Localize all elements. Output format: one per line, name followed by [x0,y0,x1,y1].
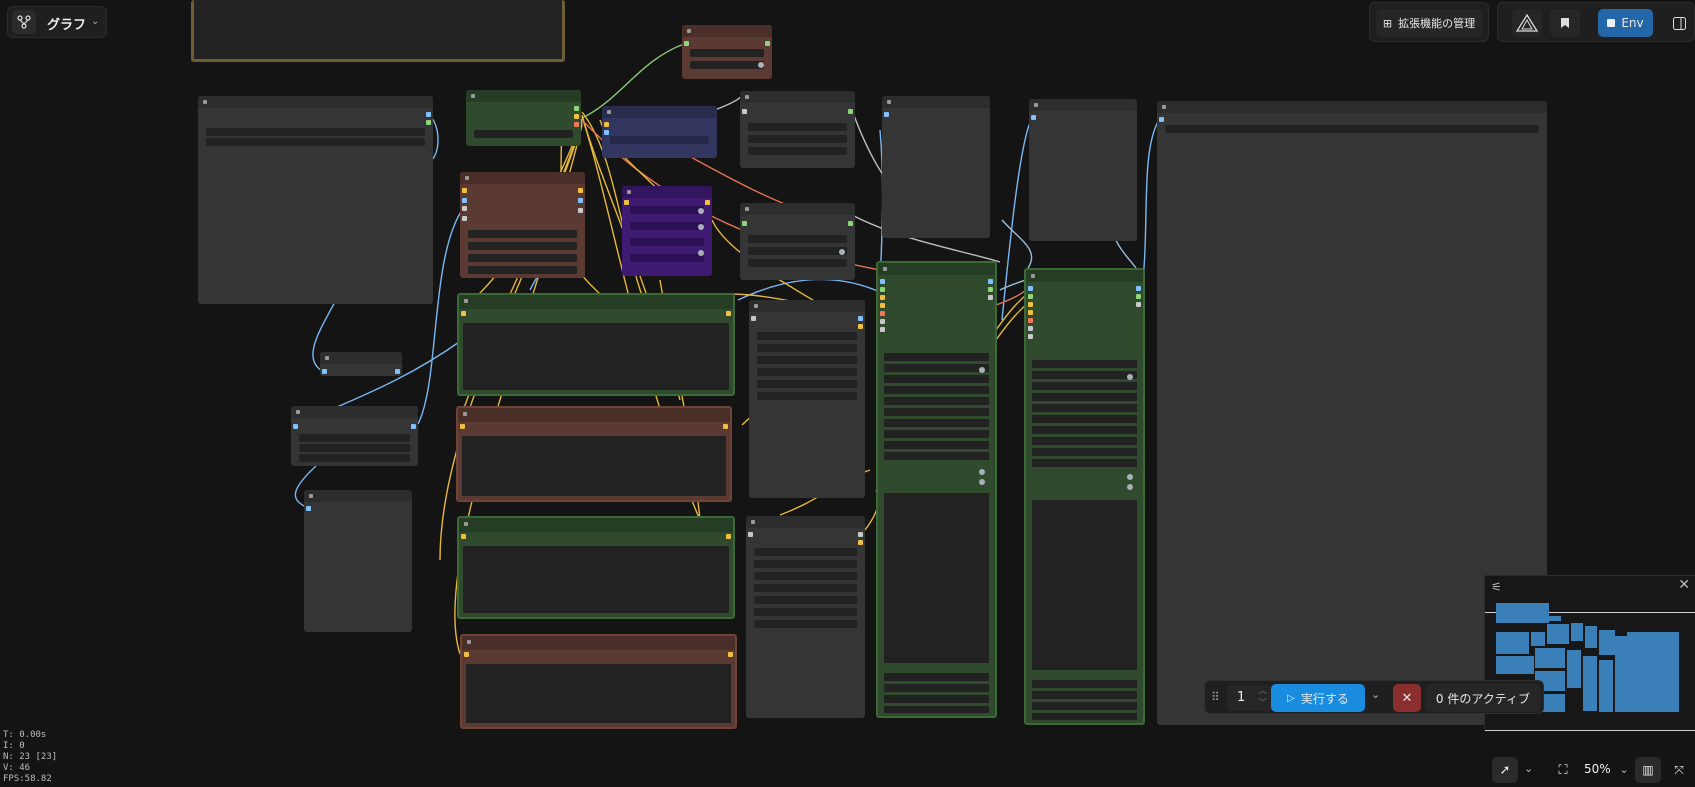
graph-node[interactable] [602,106,717,158]
graph-node[interactable] [460,172,585,278]
graph-node[interactable] [746,516,865,718]
graph-node[interactable] [740,91,855,168]
minimap-close-icon[interactable]: ✕ [1678,577,1690,593]
workflow-icon [12,10,36,34]
graph-node[interactable] [320,352,402,376]
play-icon: ▷ [1287,692,1295,704]
settings-sliders-icon[interactable]: ⚟ [1491,580,1502,594]
link-visibility-icon[interactable]: ⤧ [1666,757,1692,783]
stat-fps: FPS:58.82 [3,774,52,784]
graph-node[interactable] [1029,99,1137,241]
minimap-icon[interactable]: ▥ [1635,757,1661,783]
graph-node[interactable] [1024,268,1145,725]
graph-node[interactable] [682,25,772,79]
stat-i: I: 0 [3,741,25,751]
env-icon [1607,19,1616,27]
graph-node[interactable] [457,516,735,619]
extensions-label: 拡張機能の管理 [1398,17,1476,30]
graph-node[interactable] [456,406,732,502]
decrement-icon[interactable]: ﹀ [1259,697,1267,708]
queue-button[interactable]: 0 件のアクティブ [1425,684,1541,712]
stat-time: T: 0.00s [3,730,47,740]
graph-node[interactable] [882,96,990,238]
graph-node[interactable] [304,490,412,632]
extensions-icon: ⊞ [1382,16,1393,30]
stat-v: V: 46 [3,763,31,773]
fit-view-icon[interactable]: ⛶ [1550,757,1576,783]
canvas-controls: ➚ ⌄ ⛶ 50% ⌄ ▥ ⤧ [1480,755,1695,787]
queue-status: 0 件のアクティブ [1435,691,1531,706]
zoom-level: 50% [1584,762,1611,776]
graph-node[interactable] [876,261,997,718]
extensions-button[interactable]: ⊞ 拡張機能の管理 [1376,9,1482,37]
run-toolbar: ⠿ 1 ︿ ﹀ ▷ 実行する ⌄ ✕ 0 件のアクティブ [1204,680,1544,714]
graph-node[interactable] [622,186,712,276]
batch-count-input[interactable]: 1 ︿ ﹀ [1227,685,1271,711]
render-stats: T: 0.00s I: 0 N: 23 [23] V: 46 FPS:58.82 [3,730,57,785]
graph-node[interactable] [740,203,855,280]
run-label: 実行する [1300,691,1349,706]
zoom-control[interactable]: 50% ⌄ [1584,762,1629,776]
cancel-button[interactable]: ✕ [1393,684,1421,712]
close-icon: ✕ [1401,690,1413,706]
graph-node[interactable] [466,90,581,146]
graph-node[interactable] [291,406,418,466]
graph-node[interactable] [749,300,865,498]
group-frame[interactable] [191,0,565,62]
stat-nodes: N: 23 [23] [3,752,58,762]
chevron-down-icon: ⌄ [91,16,100,27]
batch-count-value: 1 [1237,690,1246,705]
panel-toggle-icon[interactable] [1666,9,1692,37]
run-button[interactable]: ▷ 実行する [1271,684,1365,712]
graph-node[interactable] [457,293,735,396]
graph-canvas[interactable] [0,0,1695,787]
logo-icon[interactable] [1512,9,1542,37]
pointer-icon[interactable]: ➚ [1492,757,1518,783]
chevron-down-icon: ⌄ [1619,763,1629,776]
graph-node[interactable] [198,96,433,304]
drag-handle-icon[interactable]: ⠿ [1211,690,1220,704]
env-button[interactable]: Env [1598,9,1653,37]
env-label: Env [1621,16,1644,30]
workflow-label: グラフ [47,18,87,33]
chevron-down-icon[interactable]: ⌄ [1524,762,1533,775]
bookmark-icon[interactable] [1550,9,1580,37]
workflow-menu[interactable]: グラフ ⌄ [7,6,107,38]
actionbar: Env [1497,2,1695,42]
run-options-chevron-icon[interactable]: ⌄ [1371,688,1380,701]
increment-icon[interactable]: ︿ [1259,685,1267,696]
graph-node[interactable] [460,634,737,729]
extensions-bar: ⊞ 拡張機能の管理 [1369,2,1489,42]
